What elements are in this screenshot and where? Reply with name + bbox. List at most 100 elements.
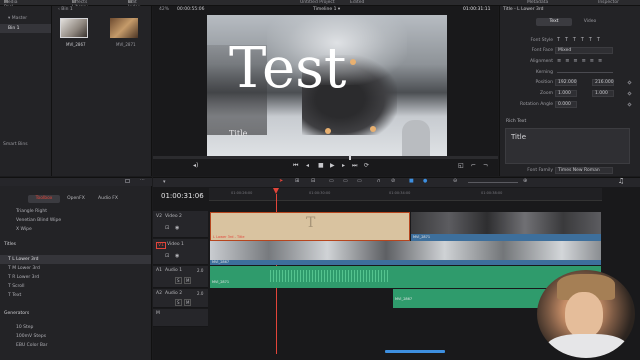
metadata-tab[interactable]: Metadata	[527, 0, 548, 5]
tab-toolbox[interactable]: Toolbox	[28, 195, 60, 203]
timeline-name[interactable]: Timeline 1 ▾	[313, 7, 340, 12]
insert-clip-icon[interactable]: ▭	[329, 178, 334, 184]
rich-text-editor[interactable]: Title	[505, 128, 630, 164]
eye-icon[interactable]: ◉	[175, 253, 179, 259]
play-icon[interactable]: ▶	[330, 162, 335, 169]
eye-icon[interactable]: ◉	[175, 225, 179, 231]
timeline-ruler[interactable]: 01:00:26:00 01:00:30:00 01:00:34:00 01:0…	[209, 188, 602, 201]
more-options-icon[interactable]: ···	[140, 177, 145, 183]
lock-icon[interactable]: ⊡	[165, 225, 169, 231]
mute-button[interactable]: M	[184, 277, 192, 284]
ruler-mark: 01:00:30:00	[309, 191, 331, 195]
track-header-m[interactable]: M	[153, 309, 208, 327]
clip-label: MVI_2871	[212, 280, 230, 284]
zoom-x-field[interactable]: 1.000	[555, 90, 577, 97]
alignment-buttons[interactable]: ≡≡≡≡≡≡	[557, 58, 606, 64]
viewer-zoom[interactable]: 42%	[159, 7, 169, 12]
go-to-end-icon[interactable]: ⏭	[352, 162, 357, 170]
font-face-label: Font Face	[531, 48, 553, 53]
position-x-field[interactable]: 192.000	[555, 79, 577, 86]
title-item[interactable]: T R Lower 3rd	[0, 273, 151, 282]
title-item[interactable]: T L Lower 3rd	[0, 255, 151, 264]
transition-item[interactable]: Triangle Right	[8, 207, 151, 216]
tab-audio-fx[interactable]: Audio FX	[92, 195, 124, 203]
timeline-scrollbar[interactable]	[385, 350, 445, 353]
headlight	[350, 59, 356, 65]
generator-item[interactable]: 10 Step	[8, 323, 151, 332]
position-y-field[interactable]: 216.000	[592, 79, 614, 86]
zoom-in-icon[interactable]: ⊕	[523, 178, 527, 184]
track-id: M	[156, 311, 160, 316]
video-clip-v1[interactable]: MVI_2867	[210, 241, 601, 265]
blade-tool-icon[interactable]: ⊟	[311, 178, 315, 184]
title-overlay-text[interactable]: Test	[229, 39, 346, 99]
rich-text-label: Rich Text	[506, 119, 527, 124]
match-frame-icon[interactable]: ◱	[458, 162, 464, 169]
title-item[interactable]: T M Lower 3rd	[0, 264, 151, 273]
track-channels: 2.0	[197, 291, 204, 296]
selection-tool-icon[interactable]: ➤	[279, 178, 283, 184]
link-icon[interactable]: ⊘	[391, 178, 395, 184]
zoom-y-field[interactable]: 1.000	[592, 90, 614, 97]
bin-item[interactable]: Bin 1	[0, 24, 51, 33]
step-back-icon[interactable]: ◂	[306, 162, 309, 169]
clip-label: MVI_2867	[395, 297, 413, 301]
title-clip[interactable]: T L Lower 3rd - Title	[210, 212, 410, 241]
loop-icon[interactable]: ⟳	[364, 162, 369, 169]
transition-item[interactable]: X Wipe	[8, 225, 151, 234]
zoom-out-icon[interactable]: ⊖	[453, 178, 457, 184]
lock-icon[interactable]: ⊡	[165, 253, 169, 259]
mark-in-icon[interactable]: ⌐	[471, 162, 476, 169]
lower-third-text[interactable]: Title	[229, 129, 247, 138]
trim-tool-icon[interactable]: ⊞	[295, 178, 299, 184]
font-style-buttons[interactable]: TTTTTT	[557, 37, 605, 43]
font-face-select[interactable]: Mixed	[555, 47, 613, 54]
marker-icon[interactable]: ●	[423, 178, 427, 184]
stop-icon[interactable]: ■	[318, 162, 324, 169]
ruler-mark: 01:00:38:00	[481, 191, 503, 195]
clip-label-bar: MVI_2871	[411, 234, 601, 241]
headlight	[370, 126, 376, 132]
title-item[interactable]: T Scroll	[0, 282, 151, 291]
step-forward-icon[interactable]: ▸	[342, 162, 345, 169]
generator-item[interactable]: 100mV Steps	[8, 332, 151, 341]
rotation-field[interactable]: 0.000	[555, 101, 577, 108]
clip-thumbnail[interactable]	[60, 18, 88, 38]
viewer-scrubber[interactable]	[153, 155, 498, 160]
track-id: A1	[156, 268, 162, 273]
solo-button[interactable]: S	[175, 299, 182, 306]
clip-thumbnail[interactable]	[110, 18, 138, 38]
generator-item[interactable]: EBU Color Bar	[8, 341, 151, 350]
mute-button[interactable]: M	[184, 299, 192, 306]
mark-out-icon[interactable]: ¬	[483, 162, 488, 169]
overwrite-clip-icon[interactable]: ▭	[343, 178, 348, 184]
tab-video[interactable]: Video	[572, 18, 608, 26]
tab-text[interactable]: Text	[536, 18, 572, 26]
title-item[interactable]: T Text	[0, 291, 151, 300]
audio-icon[interactable]: ◂)	[193, 162, 198, 169]
go-to-start-icon[interactable]: ⏮	[293, 162, 298, 170]
audio-meter-icon[interactable]: ♫	[618, 177, 624, 185]
kerning-slider[interactable]	[557, 72, 613, 73]
track-header-v2[interactable]: V2 Video 2 ⊡ ◉	[153, 211, 208, 238]
audio-clip-a1[interactable]: MVI_2871	[210, 266, 601, 288]
tab-openfx[interactable]: OpenFX	[60, 195, 92, 203]
font-family-select[interactable]: Times New Roman	[555, 167, 613, 174]
snapping-icon[interactable]: ∩	[377, 178, 381, 184]
replace-clip-icon[interactable]: ▭	[357, 178, 362, 184]
record-timecode: 01:00:31:11	[463, 7, 491, 12]
track-header-a1[interactable]: A1 Audio 1 2.0 S M	[153, 266, 208, 288]
track-header-a2[interactable]: A2 Audio 2 2.0 S M	[153, 289, 208, 308]
effects-library-panel: ··· Toolbox OpenFX Audio FX Triangle Rig…	[0, 177, 152, 360]
video-clip-v2[interactable]: MVI_2871	[411, 212, 601, 241]
zoom-slider[interactable]	[468, 182, 518, 183]
panel-collapse-icon[interactable]	[125, 179, 130, 183]
track-header-v1[interactable]: V1 Video 1 ⊡ ◉	[153, 239, 208, 265]
dropdown-icon[interactable]: ▾	[163, 179, 166, 185]
transition-item[interactable]: Venetian Blind Wipe	[8, 216, 151, 225]
solo-button[interactable]: S	[175, 277, 182, 284]
video-frame[interactable]: Test Title	[207, 15, 447, 156]
inspector-tab[interactable]: Inspector	[598, 0, 619, 5]
scrubber-playhead[interactable]	[349, 155, 351, 160]
flag-icon[interactable]: ■	[409, 178, 414, 184]
